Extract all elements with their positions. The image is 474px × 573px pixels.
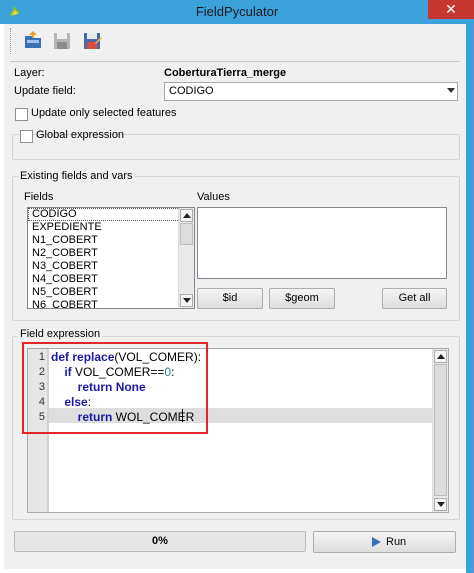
fields-label: Fields bbox=[24, 191, 54, 203]
arrow-down-icon bbox=[437, 502, 445, 507]
arrow-up-icon bbox=[183, 213, 191, 218]
progress-label: 0% bbox=[152, 535, 168, 547]
update-selected-checkbox[interactable] bbox=[15, 108, 28, 121]
annotation-highlight-box bbox=[22, 342, 208, 434]
list-item[interactable]: N2_COBERT bbox=[28, 247, 194, 260]
progress-bar: 0% bbox=[14, 531, 306, 552]
chevron-down-icon bbox=[447, 88, 455, 93]
fields-list[interactable]: CODIGO EXPEDIENTE N1_COBERT N2_COBERT N3_COB… bbox=[27, 207, 195, 309]
field-expression-title: Field expression bbox=[18, 328, 103, 340]
list-item[interactable]: N4_COBERT bbox=[28, 273, 194, 286]
title-bar: FieldPyculator ✕ bbox=[0, 0, 474, 24]
update-field-select[interactable]: CODIGO bbox=[164, 82, 458, 101]
values-list[interactable] bbox=[197, 207, 447, 279]
list-item[interactable]: N6_COBERT bbox=[28, 299, 194, 308]
fields-list-items: CODIGO EXPEDIENTE N1_COBERT N2_COBERT N3_COB… bbox=[28, 208, 194, 308]
arrow-down-icon bbox=[183, 298, 191, 303]
close-button[interactable]: ✕ bbox=[428, 0, 474, 19]
save-as-button[interactable] bbox=[81, 30, 103, 52]
layer-label: Layer: bbox=[14, 67, 45, 79]
insert-geom-button[interactable]: $geom bbox=[269, 288, 335, 309]
list-item[interactable]: N5_COBERT bbox=[28, 286, 194, 299]
list-item[interactable]: N3_COBERT bbox=[28, 260, 194, 273]
global-expression-label: Global expression bbox=[36, 129, 125, 141]
open-file-icon bbox=[25, 31, 41, 48]
save-button[interactable] bbox=[51, 30, 73, 52]
list-item[interactable]: EXPEDIENTE bbox=[28, 221, 194, 234]
editor-scrollbar[interactable] bbox=[432, 349, 448, 512]
update-field-label: Update field: bbox=[14, 85, 76, 97]
editor-scroll-thumb[interactable] bbox=[434, 364, 447, 496]
list-item[interactable]: N1_COBERT bbox=[28, 234, 194, 247]
open-file-button[interactable] bbox=[22, 30, 44, 52]
fields-scrollbar[interactable] bbox=[178, 208, 194, 308]
dialog-body: Layer: CoberturaTierra_merge Update fiel… bbox=[4, 24, 466, 569]
toolbar-grip bbox=[10, 28, 13, 54]
scroll-thumb[interactable] bbox=[180, 223, 193, 245]
update-field-value: CODIGO bbox=[169, 85, 214, 97]
save-icon bbox=[54, 33, 70, 49]
run-button[interactable]: Run bbox=[313, 531, 456, 553]
list-item[interactable]: CODIGO bbox=[28, 208, 194, 221]
layer-value: CoberturaTierra_merge bbox=[164, 67, 287, 79]
existing-fields-title: Existing fields and vars bbox=[18, 170, 135, 182]
get-all-button[interactable]: Get all bbox=[382, 288, 447, 309]
editor-scroll-down-button[interactable] bbox=[434, 498, 447, 511]
global-expression-checkbox[interactable] bbox=[20, 130, 33, 143]
play-icon bbox=[372, 537, 381, 547]
arrow-up-icon bbox=[437, 354, 445, 359]
save-as-icon bbox=[84, 33, 102, 49]
scroll-down-button[interactable] bbox=[180, 294, 193, 307]
run-label: Run bbox=[386, 536, 407, 548]
toolbar-divider bbox=[10, 61, 460, 62]
window-border bbox=[466, 24, 474, 573]
update-selected-label: Update only selected features bbox=[31, 107, 177, 119]
insert-id-button[interactable]: $id bbox=[197, 288, 263, 309]
values-label: Values bbox=[197, 191, 230, 203]
scroll-up-button[interactable] bbox=[180, 209, 193, 222]
window-title: FieldPyculator bbox=[195, 4, 279, 19]
editor-scroll-up-button[interactable] bbox=[434, 350, 447, 363]
